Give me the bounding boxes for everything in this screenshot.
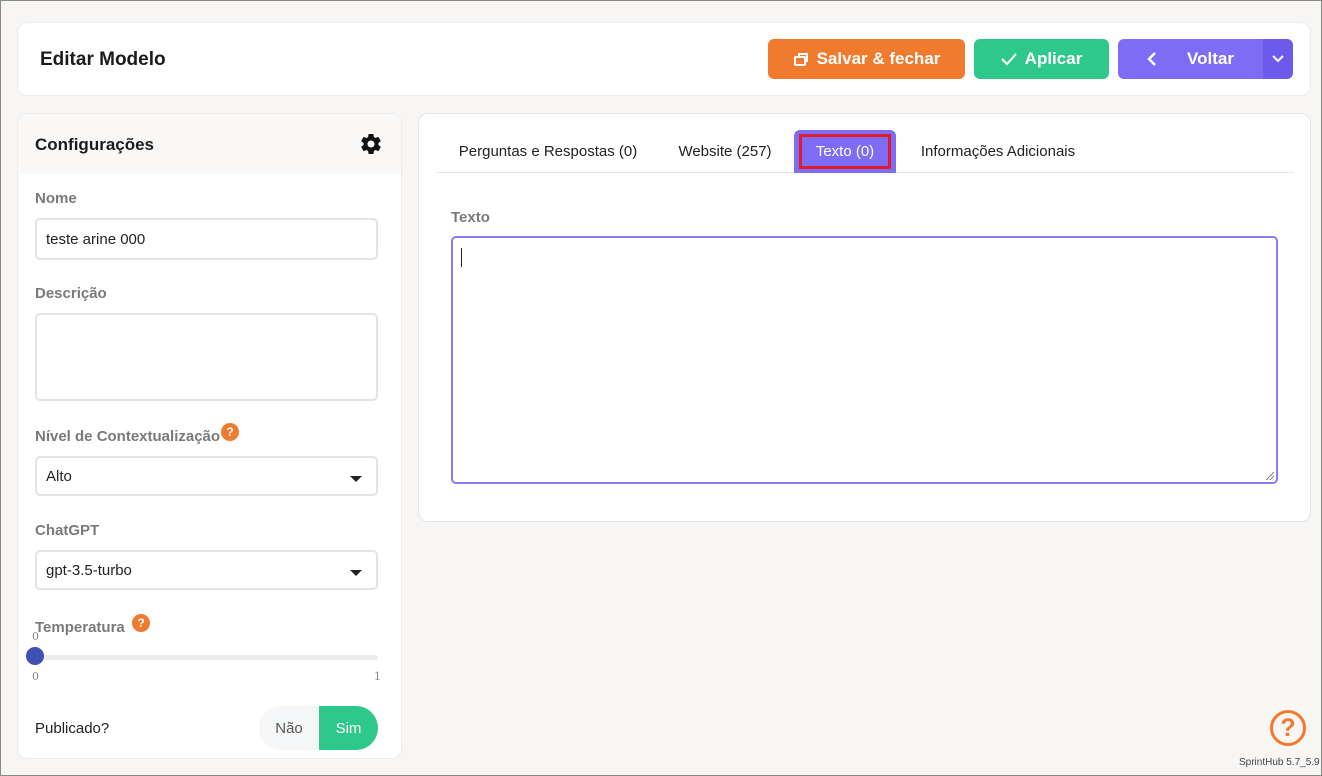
version-label: SprintHub 5.7_5.9 (1239, 757, 1320, 768)
temperature-max-label: 1 (374, 670, 381, 683)
tab-text-label: Texto (0) (815, 143, 875, 160)
save-close-button[interactable]: Salvar & fechar (768, 39, 965, 79)
description-label: Descrição (35, 285, 107, 302)
dropdown-arrow-icon (350, 476, 362, 482)
chevron-down-icon (1272, 55, 1284, 63)
gear-icon[interactable] (359, 132, 383, 156)
text-label: Texto (451, 209, 490, 226)
published-label: Publicado? (35, 720, 110, 737)
name-value: teste arine 000 (46, 230, 146, 248)
save-close-label: Salvar & fechar (816, 49, 941, 68)
context-level-value: Alto (46, 467, 72, 485)
temperature-min-label: 0 (32, 670, 39, 683)
tab-website[interactable]: Website (257) (669, 130, 781, 173)
back-button[interactable]: Voltar (1118, 39, 1263, 79)
chatgpt-model-select[interactable]: gpt-3.5-turbo (35, 550, 378, 590)
tab-text[interactable]: Texto (0) (794, 130, 896, 173)
text-textarea[interactable] (451, 236, 1278, 484)
temperature-slider-track[interactable] (35, 655, 378, 660)
header-card: Editar Modelo Salvar & fechar Aplicar Vo… (17, 22, 1311, 96)
chatgpt-model-value: gpt-3.5-turbo (46, 561, 132, 579)
text-cursor (461, 248, 462, 267)
help-icon[interactable]: ? (221, 423, 239, 441)
chatgpt-label: ChatGPT (35, 522, 100, 539)
page-title: Editar Modelo (40, 49, 166, 70)
description-textarea[interactable] (35, 313, 378, 401)
save-icon (793, 53, 808, 66)
apply-button[interactable]: Aplicar (974, 39, 1109, 79)
published-no-option[interactable]: Não (259, 706, 319, 750)
context-level-label: Nível de Contextualização (35, 428, 221, 445)
name-label: Nome (35, 190, 77, 207)
tab-additional-info[interactable]: Informações Adicionais (907, 130, 1089, 173)
temperature-label: Temperatura (35, 619, 125, 636)
back-dropdown-button[interactable] (1263, 39, 1293, 79)
check-icon (1000, 53, 1017, 66)
content-panel: Perguntas e Respostas (0) Website (257) … (418, 113, 1311, 522)
help-icon[interactable]: ? (132, 614, 150, 632)
back-label: Voltar (1187, 49, 1234, 68)
resize-handle-icon[interactable] (1266, 472, 1274, 480)
help-icon[interactable]: ? (1270, 710, 1306, 746)
apply-label: Aplicar (1024, 49, 1083, 68)
settings-header: Configurações (18, 114, 401, 174)
published-yes-option[interactable]: Sim (319, 706, 378, 750)
tab-questions-answers[interactable]: Perguntas e Respostas (0) (443, 130, 653, 173)
name-input[interactable]: teste arine 000 (35, 218, 378, 260)
settings-title: Configurações (35, 135, 155, 154)
dropdown-arrow-icon (350, 570, 362, 576)
temperature-slider-thumb[interactable] (26, 647, 44, 665)
context-level-select[interactable]: Alto (35, 456, 378, 496)
chevron-left-icon (1147, 52, 1156, 66)
settings-panel: Configurações Nome teste arine 000 Descr… (17, 113, 402, 759)
